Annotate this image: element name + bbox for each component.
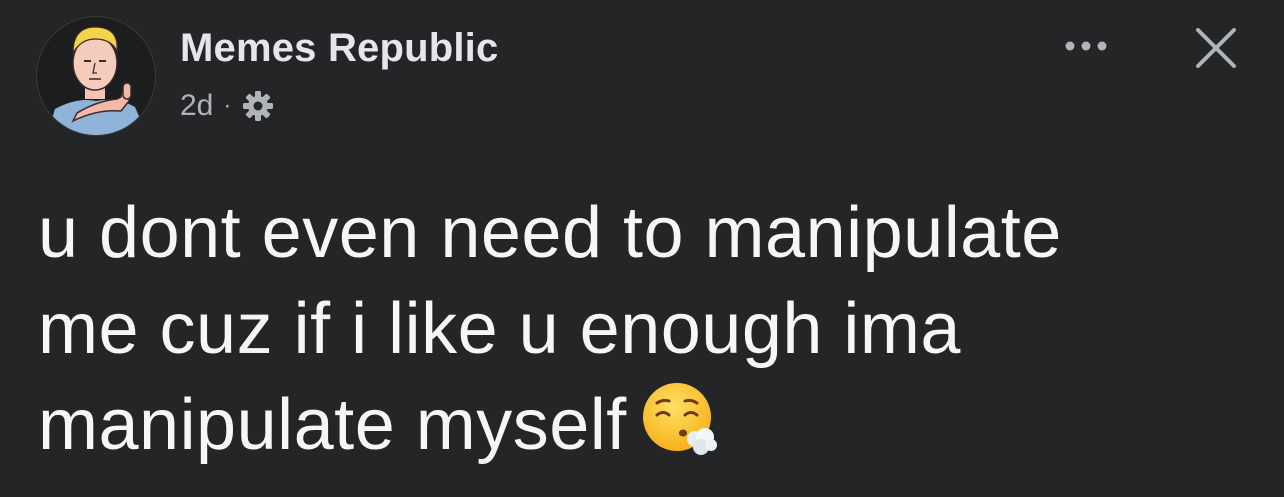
more-options-button[interactable] <box>1058 26 1114 66</box>
more-horizontal-icon <box>1065 41 1107 51</box>
post-text-line: me cuz if i like u enough ima <box>38 289 961 369</box>
face-exhaling-emoji-icon <box>639 379 719 459</box>
post-meta: 2d · <box>180 86 275 126</box>
gear-icon <box>241 89 275 123</box>
post-time[interactable]: 2d <box>180 89 213 123</box>
post-card: Memes Republic 2d · u dont even need to … <box>0 0 1284 497</box>
close-icon <box>1196 28 1236 68</box>
page-name[interactable]: Memes Republic <box>180 26 498 71</box>
post-text-line: u dont even need to manipulate <box>38 193 1062 273</box>
post-text: u dont even need to manipulate me cuz if… <box>38 185 1258 473</box>
post-text-line: manipulate myself <box>38 385 627 465</box>
meta-separator: · <box>223 92 232 119</box>
post-text-line-last: manipulate myself <box>38 377 1258 473</box>
cartoon-thumbs-up-man-avatar-icon <box>47 26 147 135</box>
close-button[interactable] <box>1190 22 1242 74</box>
page-avatar[interactable] <box>36 16 156 136</box>
